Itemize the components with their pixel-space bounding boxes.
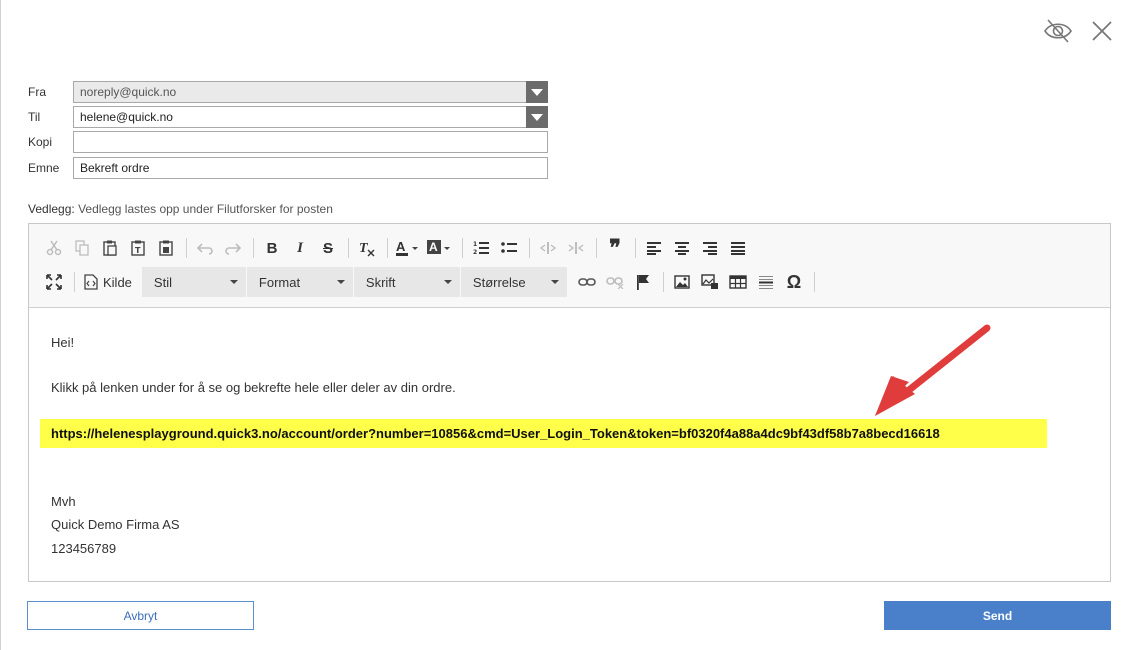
image-upload-icon[interactable]: [697, 269, 723, 295]
cancel-button[interactable]: Avbryt: [27, 601, 254, 630]
to-select[interactable]: helene@quick.no: [73, 106, 548, 128]
format-label: Format: [258, 274, 301, 290]
source-icon: [84, 274, 98, 290]
greeting-text: Hei!: [51, 335, 75, 350]
align-left-icon[interactable]: [641, 235, 667, 261]
strikethrough-button[interactable]: S: [315, 235, 341, 261]
company-text: Quick Demo Firma AS: [51, 517, 180, 532]
toolbar-separator: [462, 238, 463, 258]
source-button[interactable]: Kilde: [80, 269, 136, 295]
indent-icon[interactable]: [563, 235, 589, 261]
background-color-icon[interactable]: A: [425, 235, 455, 261]
style-label: Stil: [153, 274, 172, 290]
svg-text:T: T: [135, 246, 141, 255]
cut-icon[interactable]: [41, 235, 67, 261]
from-value: noreply@quick.no: [80, 85, 177, 99]
blockquote-button[interactable]: ❞: [602, 235, 628, 261]
attachment-text: Vedlegg lastes opp under Filutforsker fo…: [78, 202, 333, 216]
font-dropdown[interactable]: Skrift: [353, 267, 460, 297]
subject-label: Emne: [28, 161, 60, 175]
paste-word-icon[interactable]: [153, 235, 179, 261]
style-dropdown[interactable]: Stil: [141, 267, 246, 297]
bullet-list-icon[interactable]: [496, 235, 522, 261]
chevron-down-icon: [336, 280, 345, 284]
align-right-icon[interactable]: [697, 235, 723, 261]
svg-text:2: 2: [473, 249, 477, 256]
eye-off-icon[interactable]: [1043, 18, 1073, 44]
undo-icon[interactable]: [192, 235, 218, 261]
remove-format-icon[interactable]: T: [354, 235, 380, 261]
from-label: Fra: [28, 85, 46, 99]
chevron-down-icon: [229, 280, 238, 284]
toolbar-separator: [596, 238, 597, 258]
svg-text:A: A: [396, 239, 406, 254]
align-justify-icon[interactable]: [725, 235, 751, 261]
size-label: Størrelse: [472, 274, 526, 290]
toolbar-separator: [635, 238, 636, 258]
redo-icon[interactable]: [220, 235, 246, 261]
to-label: Til: [28, 110, 41, 124]
red-arrow-annotation: [875, 324, 991, 416]
cc-input[interactable]: [73, 131, 548, 153]
sign-off-text: Mvh: [51, 494, 76, 509]
align-center-icon[interactable]: [669, 235, 695, 261]
copy-icon[interactable]: [69, 235, 95, 261]
attachment-label: Vedlegg:: [28, 202, 75, 216]
toolbar-separator: [253, 238, 254, 258]
cc-label: Kopi: [28, 135, 53, 149]
svg-text:1: 1: [473, 241, 477, 248]
window-controls: [1043, 18, 1117, 44]
toolbar-separator: [387, 238, 388, 258]
bold-button[interactable]: B: [259, 235, 285, 261]
from-select[interactable]: noreply@quick.no: [73, 81, 548, 103]
text-color-icon[interactable]: A: [393, 235, 423, 261]
toolbar-separator: [813, 272, 815, 292]
editor-toolbar: T B I S T A A 1 2 ❞ Kilde Stil Format Sk…: [29, 224, 1110, 308]
size-dropdown[interactable]: Størrelse: [460, 267, 567, 297]
svg-text:A: A: [429, 240, 438, 254]
unlink-icon[interactable]: [602, 269, 628, 295]
toolbar-separator: [74, 272, 75, 292]
subject-input[interactable]: Bekreft ordre: [73, 157, 548, 179]
outdent-icon[interactable]: [535, 235, 561, 261]
source-label: Kilde: [103, 274, 132, 290]
send-button[interactable]: Send: [884, 601, 1111, 630]
italic-button[interactable]: I: [287, 235, 313, 261]
maximize-icon[interactable]: [41, 269, 67, 295]
toolbar-separator: [348, 238, 349, 258]
attachment-note: Vedlegg: Vedlegg lastes opp under Filutf…: [28, 202, 333, 216]
chevron-down-icon[interactable]: [526, 81, 548, 103]
svg-text:T: T: [359, 241, 369, 256]
table-icon[interactable]: [725, 269, 751, 295]
close-icon[interactable]: [1087, 18, 1117, 44]
phone-text: 123456789: [51, 541, 117, 556]
special-character-button[interactable]: Ω: [781, 269, 807, 295]
toolbar-separator: [529, 238, 530, 258]
toolbar-separator: [662, 272, 664, 292]
format-dropdown[interactable]: Format: [246, 267, 353, 297]
numbered-list-icon[interactable]: 12: [468, 235, 494, 261]
link-icon[interactable]: [574, 269, 600, 295]
paste-text-icon[interactable]: T: [125, 235, 151, 261]
flag-icon[interactable]: [630, 269, 656, 295]
intro-text: Klikk på lenken under for å se og bekref…: [51, 380, 456, 395]
image-icon[interactable]: [669, 269, 695, 295]
chevron-down-icon[interactable]: [526, 106, 548, 128]
paste-icon[interactable]: [97, 235, 123, 261]
chevron-down-icon: [443, 280, 452, 284]
toolbar-separator: [186, 238, 187, 258]
to-value: helene@quick.no: [80, 110, 173, 124]
font-label: Skrift: [365, 274, 396, 290]
horizontal-rule-icon[interactable]: [753, 269, 779, 295]
chevron-down-icon: [550, 280, 559, 284]
